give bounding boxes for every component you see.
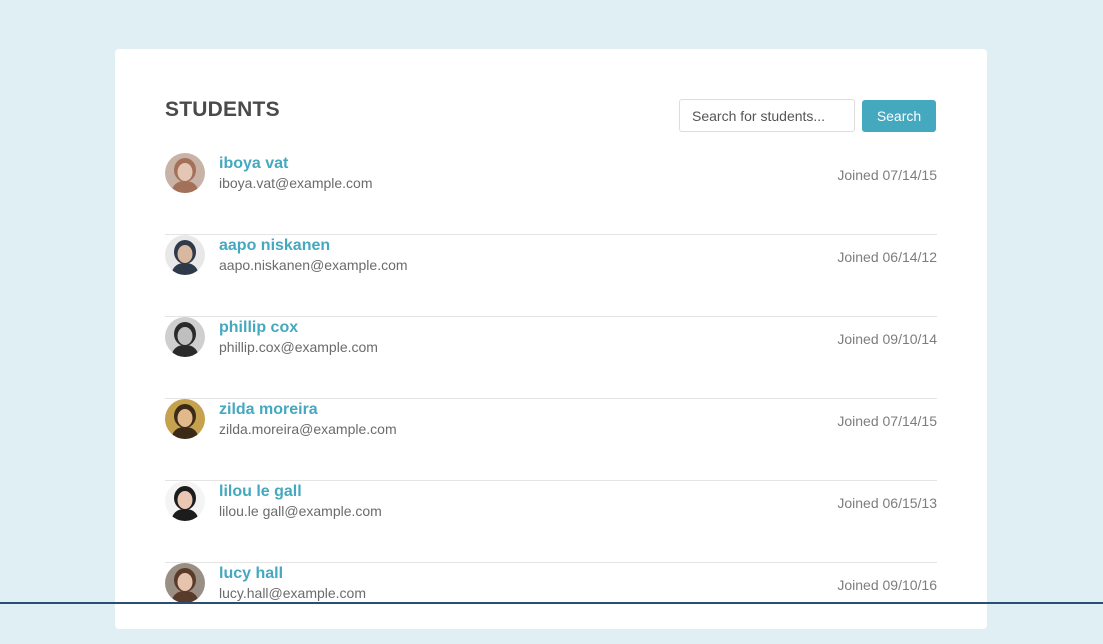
student-email: iboya.vat@example.com — [219, 175, 373, 191]
page-title: STUDENTS — [165, 99, 280, 121]
search-button[interactable]: Search — [862, 100, 936, 132]
students-card: STUDENTS Search iboya vat iboya.vat@examp… — [115, 49, 987, 629]
student-joined-date: Joined 09/10/14 — [837, 331, 937, 347]
student-list: iboya vat iboya.vat@example.com Joined 07/… — [165, 153, 937, 644]
list-item: lilou le gall lilou.le gall@example.com Jo… — [165, 481, 937, 563]
search-input[interactable] — [679, 99, 855, 132]
student-email: zilda.moreira@example.com — [219, 421, 397, 437]
student-name-link[interactable]: phillip cox — [219, 319, 298, 337]
avatar — [165, 563, 205, 603]
student-joined-date: Joined 06/14/12 — [837, 249, 937, 265]
avatar — [165, 317, 205, 357]
student-email: lucy.hall@example.com — [219, 585, 366, 601]
student-joined-date: Joined 07/14/15 — [837, 167, 937, 183]
avatar — [165, 235, 205, 275]
student-name-link[interactable]: zilda moreira — [219, 401, 318, 419]
avatar — [165, 481, 205, 521]
student-name-link[interactable]: lucy hall — [219, 565, 283, 583]
student-joined-date: Joined 07/14/15 — [837, 413, 937, 429]
avatar — [165, 399, 205, 439]
list-item: iboya vat iboya.vat@example.com Joined 07/… — [165, 153, 937, 235]
student-email: phillip.cox@example.com — [219, 339, 378, 355]
student-name-link[interactable]: iboya vat — [219, 155, 288, 173]
student-joined-date: Joined 06/15/13 — [837, 495, 937, 511]
student-name-link[interactable]: aapo niskanen — [219, 237, 330, 255]
avatar — [165, 153, 205, 193]
students-header: STUDENTS Search — [165, 99, 937, 133]
list-item: phillip cox phillip.cox@example.com Joined… — [165, 317, 937, 399]
student-email: aapo.niskanen@example.com — [219, 257, 408, 273]
student-email: lilou.le gall@example.com — [219, 503, 382, 519]
student-joined-date: Joined 09/10/16 — [837, 577, 937, 593]
list-item: zilda moreira zilda.moreira@example.com Jo… — [165, 399, 937, 481]
list-item: aapo niskanen aapo.niskanen@example.com Jo… — [165, 235, 937, 317]
student-name-link[interactable]: lilou le gall — [219, 483, 302, 501]
